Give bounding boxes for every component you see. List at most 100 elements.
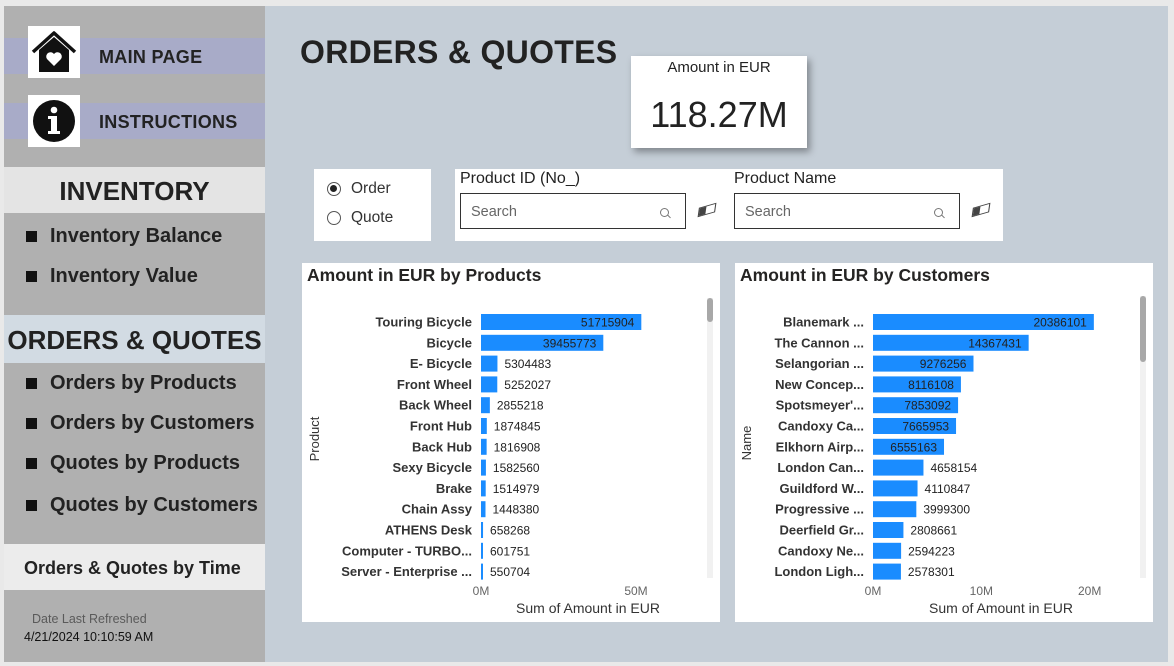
data-label: 2808661	[910, 524, 957, 538]
bar	[481, 355, 498, 372]
category-label: Bicycle	[426, 335, 472, 350]
data-label: 1448380	[492, 503, 539, 517]
instructions-label: INSTRUCTIONS	[99, 112, 238, 132]
product-id-slicer-title: Product ID (No_)	[460, 170, 581, 187]
nav-item-label: Quotes by Products	[50, 452, 241, 474]
data-label: 5304483	[504, 357, 551, 371]
nav-orders-by-customers[interactable]: Orders by Customers	[4, 406, 265, 440]
bar	[873, 501, 917, 518]
category-label: New Concep...	[775, 377, 864, 392]
inventory-section-header: INVENTORY	[4, 167, 265, 213]
data-label: 39455773	[543, 336, 597, 350]
category-label: Touring Bicycle	[375, 315, 472, 330]
nav-item-label: Orders by Customers	[50, 412, 255, 434]
search-placeholder: Search	[471, 204, 517, 220]
y-axis-title: Name	[739, 426, 754, 461]
data-label: 2855218	[497, 399, 544, 413]
bar	[481, 563, 483, 580]
nav-orders-by-products[interactable]: Orders by Products	[4, 366, 265, 400]
chart-scrollbar[interactable]	[1140, 296, 1146, 578]
bar	[481, 459, 486, 476]
bar	[873, 563, 901, 580]
category-label: Chain Assy	[402, 502, 473, 517]
x-tick-label: 0M	[473, 584, 490, 598]
bullet-square-icon	[26, 378, 37, 389]
data-label: 4110847	[925, 482, 971, 496]
bullet-square-icon	[26, 500, 37, 511]
category-label: Back Wheel	[399, 398, 472, 413]
category-label: Elkhorn Airp...	[776, 439, 864, 454]
nav-inventory-balance[interactable]: Inventory Balance	[4, 219, 265, 253]
data-label: 1816908	[494, 440, 541, 454]
category-label: Back Hub	[412, 439, 472, 454]
house-heart-icon[interactable]	[28, 26, 80, 78]
search-icon	[934, 208, 943, 217]
x-tick-label: 0M	[865, 584, 882, 598]
x-axis-title: Sum of Amount in EUR	[516, 600, 660, 616]
data-label: 7665953	[902, 420, 949, 434]
data-label: 20386101	[1033, 316, 1087, 330]
info-icon[interactable]	[28, 95, 80, 147]
product-name-slicer-title: Product Name	[734, 170, 837, 187]
nav-quotes-by-customers[interactable]: Quotes by Customers	[4, 488, 265, 522]
category-label: London Ligh...	[774, 564, 864, 579]
nav-item-label: Inventory Value	[50, 265, 198, 287]
data-label: 4658154	[930, 461, 977, 475]
bar	[481, 501, 486, 518]
clear-selection-eraser-icon[interactable]	[697, 202, 717, 218]
bar	[481, 376, 498, 393]
customers-chart-card: Amount in EUR by Customers Blanemark ...…	[735, 263, 1153, 622]
kpi-card: Amount in EUR 118.27M	[631, 56, 807, 148]
category-label: Spotsmeyer'...	[776, 398, 864, 413]
nav-inventory-value[interactable]: Inventory Value	[4, 259, 265, 293]
time-button-label: Orders & Quotes by Time	[24, 558, 241, 578]
radio-label: Order	[351, 180, 391, 197]
category-label: Candoxy Ne...	[778, 543, 864, 558]
x-tick-label: 50M	[624, 584, 647, 598]
data-label: 2578301	[908, 565, 955, 579]
product-name-search-input[interactable]: Search	[734, 193, 960, 229]
kpi-caption: Amount in EUR	[667, 59, 771, 76]
data-label: 8116108	[908, 378, 954, 392]
data-label: 1582560	[493, 461, 540, 475]
data-label: 550704	[490, 565, 530, 579]
nav-quotes-by-products[interactable]: Quotes by Products	[4, 446, 265, 480]
scrollbar-thumb[interactable]	[1140, 296, 1146, 362]
data-label: 3999300	[923, 503, 970, 517]
data-label: 601751	[490, 544, 530, 558]
category-label: Blanemark ...	[783, 315, 864, 330]
category-label: Computer - TURBO...	[342, 543, 472, 558]
bar	[481, 480, 486, 497]
bullet-square-icon	[26, 418, 37, 429]
scrollbar-thumb[interactable]	[707, 298, 713, 322]
order-type-slicer: Order Quote	[314, 169, 431, 241]
y-axis-title: Product	[307, 416, 322, 461]
category-label: Selangorian ...	[775, 356, 864, 371]
bar	[873, 542, 902, 559]
bar	[873, 480, 918, 497]
category-label: Front Wheel	[397, 377, 472, 392]
category-label: The Cannon ...	[774, 335, 864, 350]
bullet-square-icon	[26, 458, 37, 469]
chart-scrollbar[interactable]	[707, 298, 713, 578]
kpi-value: 118.27M	[650, 94, 788, 135]
data-label: 14367431	[968, 336, 1022, 350]
category-label: E- Bicycle	[410, 356, 472, 371]
radio-label: Quote	[351, 209, 394, 226]
nav-item-label: Orders by Products	[50, 372, 237, 394]
main-page-label: MAIN PAGE	[99, 47, 203, 67]
x-tick-label: 20M	[1078, 584, 1101, 598]
orders-quotes-by-time-button[interactable]: Orders & Quotes by Time	[4, 544, 265, 590]
bar	[873, 459, 924, 476]
x-axis-title: Sum of Amount in EUR	[929, 600, 1073, 616]
clear-selection-eraser-icon[interactable]	[971, 202, 991, 218]
data-label: 9276256	[920, 357, 967, 371]
product-id-search-input[interactable]: Search	[460, 193, 686, 229]
category-label: Front Hub	[410, 419, 472, 434]
data-label: 5252027	[504, 378, 551, 392]
data-label: 7853092	[904, 399, 951, 413]
bar	[873, 522, 904, 538]
bar	[481, 397, 490, 414]
bullet-square-icon	[26, 231, 37, 242]
category-label: London Can...	[777, 460, 864, 475]
